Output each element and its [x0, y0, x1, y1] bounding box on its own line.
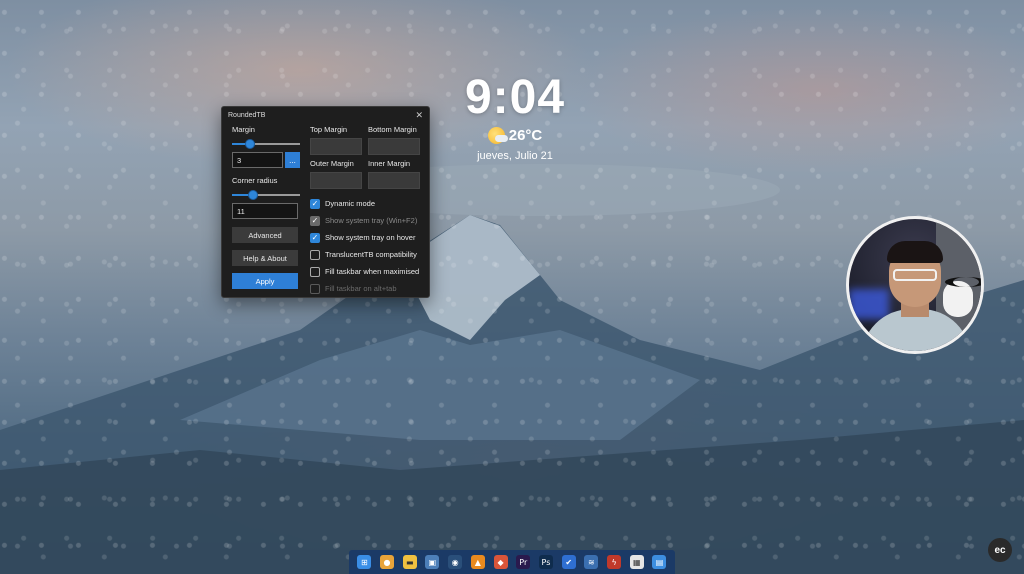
checkbox-icon[interactable]	[310, 283, 320, 294]
steam-icon[interactable]: ◉	[448, 555, 463, 569]
option-label: Fill taskbar on alt+tab	[325, 284, 397, 293]
webcam-overlay	[846, 216, 984, 354]
network-icon[interactable]: ≋	[584, 555, 599, 569]
outer-margin-label: Outer Margin	[310, 159, 354, 168]
option-fill-alt-tab[interactable]: Fill taskbar on alt+tab	[310, 280, 422, 297]
margin-input-row: 3 ...	[232, 152, 300, 168]
option-fill-maximised[interactable]: Fill taskbar when maximised	[310, 263, 422, 280]
roundedtb-window: RoundedTB ✕ Margin 3 ... Corner radius 1…	[221, 106, 430, 298]
channel-logo: ec	[988, 538, 1012, 562]
margin-slider[interactable]	[232, 138, 300, 150]
app-window-icon[interactable]: ▣	[425, 555, 440, 569]
option-tray-on-hover[interactable]: ✓ Show system tray on hover	[310, 229, 422, 246]
temperature: 26°C	[508, 127, 543, 144]
corner-radius-label: Corner radius	[232, 176, 278, 185]
flash-icon[interactable]: ϟ	[607, 555, 622, 569]
option-show-tray[interactable]: ✓ Show system tray (Win+F2)	[310, 212, 422, 229]
lockscreen-clock: 9:04 26°C jueves, Julio 21	[440, 70, 590, 162]
window-titlebar[interactable]: RoundedTB ✕	[222, 107, 429, 123]
right-column: Top Margin Bottom Margin Outer Margin In…	[310, 125, 422, 297]
clock-date: jueves, Julio 21	[477, 150, 553, 162]
top-margin-cell: Top Margin	[310, 125, 362, 155]
top-margin-input[interactable]	[310, 138, 362, 155]
bottom-margin-cell: Bottom Margin	[368, 125, 420, 155]
option-translucenttb[interactable]: TranslucentTB compatibility	[310, 246, 422, 263]
margin-grid: Top Margin Bottom Margin Outer Margin In…	[310, 125, 422, 193]
option-label: Show system tray on hover	[325, 233, 416, 242]
close-icon[interactable]: ✕	[415, 110, 423, 121]
checkbox-icon[interactable]	[310, 266, 320, 277]
weather-row: 26°C	[440, 127, 590, 144]
checkbox-icon[interactable]	[310, 249, 320, 260]
margin-more-button[interactable]: ...	[285, 152, 300, 168]
window-title: RoundedTB	[228, 111, 266, 119]
inner-margin-label: Inner Margin	[368, 159, 411, 168]
corner-radius-slider[interactable]	[232, 189, 300, 201]
option-label: Show system tray (Win+F2)	[325, 216, 418, 225]
checkbox-icon[interactable]: ✓	[310, 198, 320, 209]
corner-radius-input[interactable]: 11	[232, 203, 298, 219]
file-explorer-icon[interactable]: ▬	[402, 555, 417, 569]
option-label: Dynamic mode	[325, 199, 376, 208]
start-icon[interactable]: ⊞	[357, 555, 372, 569]
outer-margin-cell: Outer Margin	[310, 159, 362, 189]
photoshop-icon[interactable]: Ps	[538, 555, 553, 569]
option-label: TranslucentTB compatibility	[325, 250, 417, 259]
slider-thumb[interactable]	[248, 190, 258, 200]
bottom-margin-label: Bottom Margin	[368, 125, 417, 134]
checkbox-icon[interactable]: ✓	[310, 215, 320, 226]
inner-margin-cell: Inner Margin	[368, 159, 420, 189]
calendar-icon[interactable]: ▦	[629, 555, 644, 569]
game-icon[interactable]: ◆	[493, 555, 508, 569]
bottom-margin-input[interactable]	[368, 138, 420, 155]
option-label: Fill taskbar when maximised	[325, 267, 420, 276]
clock-time: 9:04	[464, 71, 566, 124]
outer-margin-input[interactable]	[310, 172, 362, 189]
options-list: ✓ Dynamic mode ✓ Show system tray (Win+F…	[310, 195, 422, 297]
top-margin-label: Top Margin	[310, 125, 348, 134]
margin-input[interactable]: 3	[232, 152, 283, 168]
rounded-taskbar: ⊞ ● ▬ ▣ ◉ ▲ ◆ Pr Ps ✔ ≋ ϟ ▦ ▤	[349, 550, 675, 574]
left-column: Margin 3 ... Corner radius 11 Advanced H…	[232, 125, 300, 289]
chrome-icon[interactable]: ●	[380, 555, 395, 569]
premiere-icon[interactable]: Pr	[516, 555, 531, 569]
vlc-icon[interactable]: ▲	[470, 555, 485, 569]
help-about-button[interactable]: Help & About	[232, 250, 298, 266]
store-icon[interactable]: ▤	[652, 555, 667, 569]
checkbox-icon[interactable]: ✓	[310, 232, 320, 243]
slider-thumb[interactable]	[245, 139, 255, 149]
todo-icon[interactable]: ✔	[561, 555, 576, 569]
partly-sunny-icon	[487, 127, 508, 144]
advanced-button[interactable]: Advanced	[232, 227, 298, 243]
panda-plush	[943, 277, 981, 317]
apply-button[interactable]: Apply	[232, 273, 298, 289]
margin-label: Margin	[232, 125, 255, 134]
option-dynamic-mode[interactable]: ✓ Dynamic mode	[310, 195, 422, 212]
inner-margin-input[interactable]	[368, 172, 420, 189]
radius-input-row: 11	[232, 203, 300, 219]
